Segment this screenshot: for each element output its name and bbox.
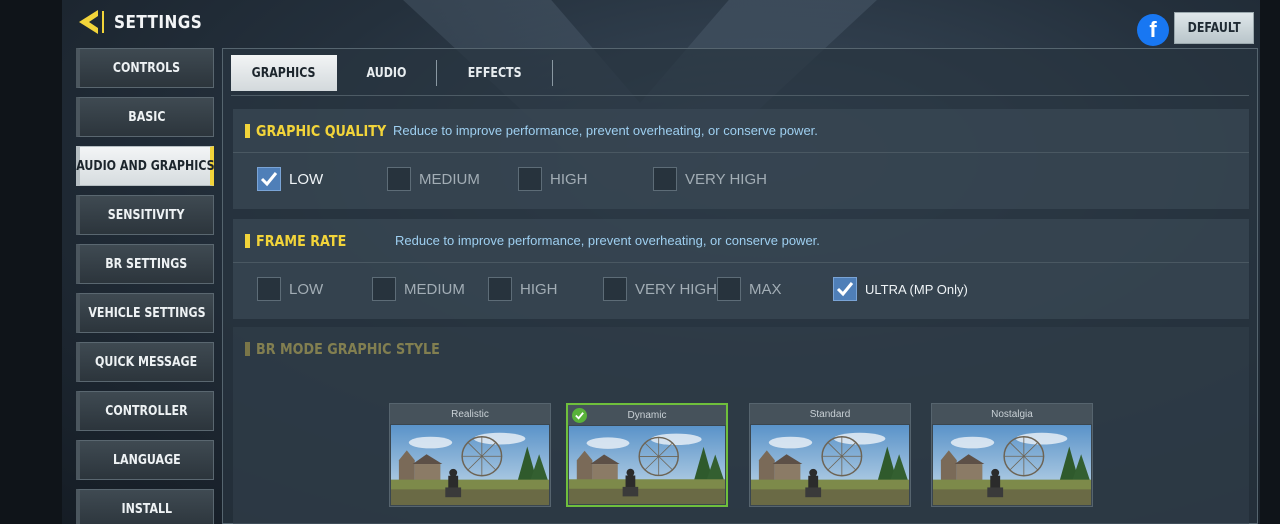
checkbox[interactable]: [387, 167, 411, 191]
checkmark-icon: [260, 172, 278, 187]
style-preview-image: [391, 425, 549, 505]
style-card-dynamic[interactable]: Dynamic: [566, 403, 728, 507]
sidebar-item-quick-message[interactable]: QUICK MESSAGE: [76, 342, 214, 382]
style-card-nostalgia[interactable]: Nostalgia: [931, 403, 1093, 507]
tab-audio[interactable]: AUDIO: [337, 55, 436, 91]
divider: [231, 95, 1249, 96]
settings-panel: GRAPHICS AUDIO EFFECTS GRAPHIC QUALITY R…: [222, 48, 1258, 524]
graphic-quality-low-option[interactable]: LOW: [257, 167, 323, 191]
checkbox[interactable]: [833, 277, 857, 301]
graphic-quality-high-option[interactable]: HIGH: [518, 167, 588, 191]
style-preview-image: [751, 425, 909, 505]
style-card-realistic[interactable]: Realistic: [389, 403, 551, 507]
right-edge: [1260, 0, 1280, 524]
sidebar-item-controls[interactable]: CONTROLS: [76, 48, 214, 88]
section-description: Reduce to improve performance, prevent o…: [393, 123, 818, 138]
checkbox[interactable]: [518, 167, 542, 191]
checkbox[interactable]: [653, 167, 677, 191]
tab-divider: [552, 60, 554, 86]
sidebar-item-install[interactable]: INSTALL: [76, 489, 214, 524]
section-title: GRAPHIC QUALITY: [256, 121, 387, 140]
checkbox[interactable]: [717, 277, 741, 301]
frame-rate-max-option[interactable]: MAX: [717, 277, 782, 301]
style-label: Dynamic: [568, 405, 726, 425]
facebook-icon[interactable]: f: [1137, 14, 1169, 46]
sidebar-item-audio-and-graphics[interactable]: AUDIO AND GRAPHICS: [76, 146, 214, 186]
tab-graphics[interactable]: GRAPHICS: [231, 55, 337, 91]
tab-effects[interactable]: EFFECTS: [437, 55, 552, 91]
style-label: Realistic: [390, 404, 550, 424]
checkbox[interactable]: [257, 277, 281, 301]
checkbox[interactable]: [372, 277, 396, 301]
section-marker: [245, 123, 250, 138]
header: SETTINGS: [76, 6, 218, 38]
section-title: BR MODE GRAPHIC STYLE: [256, 340, 440, 358]
sidebar-item-br-settings[interactable]: BR SETTINGS: [76, 244, 214, 284]
back-arrow-icon[interactable]: [76, 7, 106, 37]
page-title: SETTINGS: [114, 11, 203, 33]
sidebar-item-basic[interactable]: BASIC: [76, 97, 214, 137]
section-marker: [245, 342, 250, 356]
style-preview-image: [569, 426, 725, 504]
style-label: Standard: [750, 404, 910, 424]
selected-check-icon: [572, 408, 587, 423]
style-label: Nostalgia: [932, 404, 1092, 424]
graphic-quality-medium-option[interactable]: MEDIUM: [387, 167, 480, 191]
br-mode-graphic-style-section: BR MODE GRAPHIC STYLE Realistic Dynamic …: [233, 327, 1249, 524]
section-marker: [245, 233, 250, 248]
graphic-quality-section: GRAPHIC QUALITY Reduce to improve perfor…: [233, 109, 1249, 209]
checkbox[interactable]: [488, 277, 512, 301]
frame-rate-low-option[interactable]: LOW: [257, 277, 323, 301]
graphic-quality-very-high-option[interactable]: VERY HIGH: [653, 167, 767, 191]
section-description: Reduce to improve performance, prevent o…: [395, 233, 820, 248]
sidebar-item-sensitivity[interactable]: SENSITIVITY: [76, 195, 214, 235]
frame-rate-ultra-option[interactable]: ULTRA (MP Only): [833, 277, 968, 301]
left-edge: [0, 0, 62, 524]
default-button[interactable]: DEFAULT: [1174, 12, 1254, 44]
sidebar-item-controller[interactable]: CONTROLLER: [76, 391, 214, 431]
checkbox[interactable]: [603, 277, 627, 301]
sidebar-item-language[interactable]: LANGUAGE: [76, 440, 214, 480]
frame-rate-high-option[interactable]: HIGH: [488, 277, 558, 301]
frame-rate-very-high-option[interactable]: VERY HIGH: [603, 277, 717, 301]
sidebar: CONTROLS BASIC AUDIO AND GRAPHICS SENSIT…: [76, 48, 214, 524]
tab-bar: GRAPHICS AUDIO EFFECTS: [231, 55, 554, 91]
section-title: FRAME RATE: [256, 231, 347, 250]
frame-rate-medium-option[interactable]: MEDIUM: [372, 277, 465, 301]
frame-rate-section: FRAME RATE Reduce to improve performance…: [233, 219, 1249, 319]
sidebar-item-vehicle-settings[interactable]: VEHICLE SETTINGS: [76, 293, 214, 333]
checkbox[interactable]: [257, 167, 281, 191]
style-card-standard[interactable]: Standard: [749, 403, 911, 507]
checkmark-icon: [836, 282, 854, 297]
style-preview-image: [933, 425, 1091, 505]
